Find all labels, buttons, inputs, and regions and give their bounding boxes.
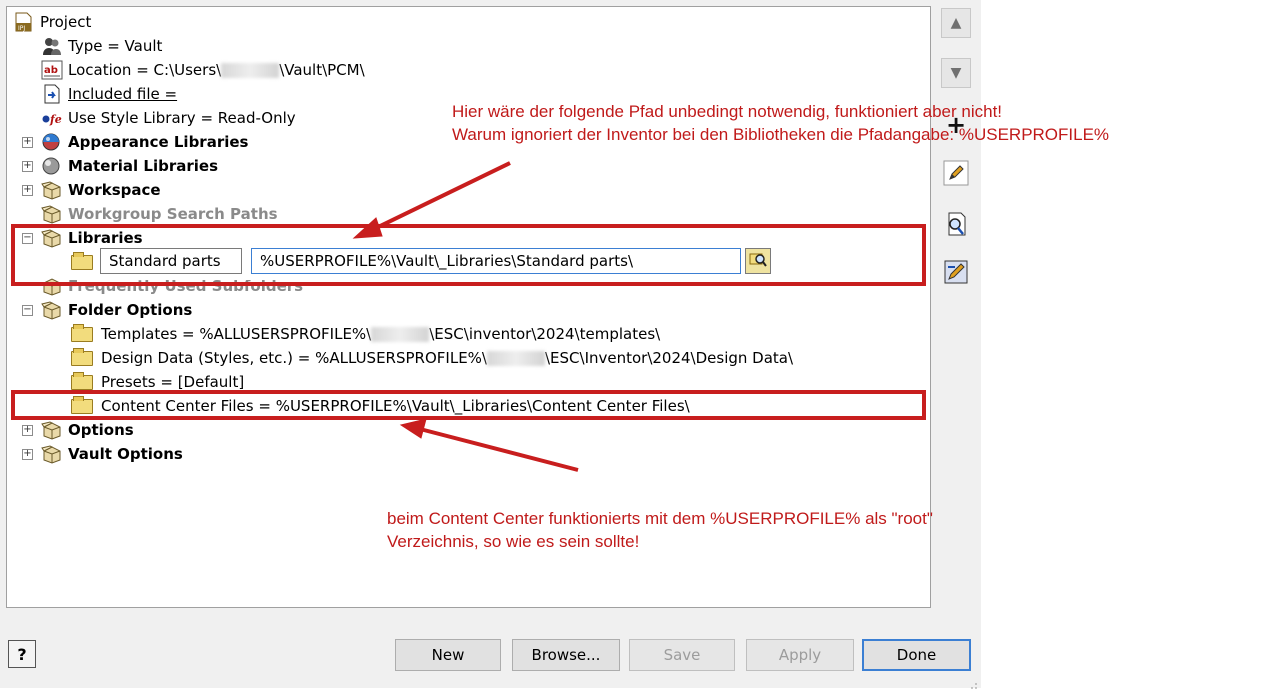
annotation-bottom-line2: Verzeichnis, so wie es sein sollte! — [387, 532, 640, 551]
annotation-bottom-line1: beim Content Center funktionierts mit de… — [387, 509, 933, 528]
annotation-top-line2: Warum ignoriert der Inventor bei den Bib… — [452, 125, 1110, 144]
arrow-to-libraries — [352, 161, 511, 239]
annotation-top-line1: Hier wäre der folgende Pfad unbedingt no… — [452, 102, 1003, 121]
arrow-to-content-center — [399, 418, 579, 472]
